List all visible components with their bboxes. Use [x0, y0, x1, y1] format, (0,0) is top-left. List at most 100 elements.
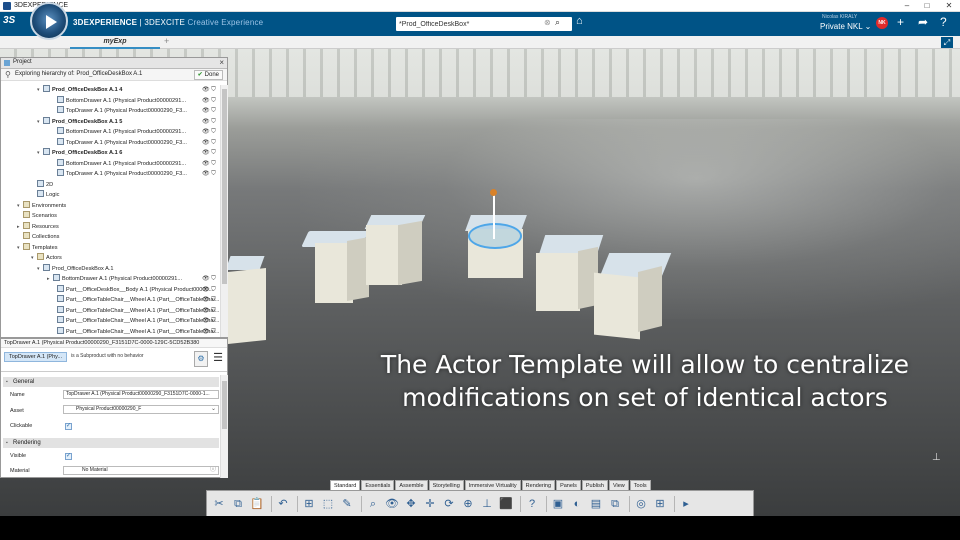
share-icon[interactable]: ➦ — [918, 15, 928, 29]
manipulator-axis[interactable] — [493, 193, 495, 239]
tree-row[interactable]: TopDrawer A.1 (Physical Product00000290_… — [51, 106, 187, 117]
section-general[interactable]: General — [3, 377, 219, 387]
template-icon[interactable]: ⛉ — [211, 129, 216, 135]
paint-icon[interactable]: ✎ — [339, 495, 355, 513]
visibility-icon[interactable]: 👁 — [202, 119, 211, 125]
tree-row[interactable]: ▾ Prod_OfficeDeskBox A.1 — [37, 263, 113, 275]
tree-row[interactable]: BottomDrawer A.1 (Physical Product000002… — [51, 127, 186, 138]
visibility-icon[interactable]: 👁 — [202, 318, 211, 324]
compass-icon[interactable] — [30, 2, 68, 40]
menu-icon[interactable]: ☰ — [211, 351, 225, 367]
pan-icon[interactable]: ✛ — [422, 495, 438, 513]
template-icon[interactable]: ⛉ — [211, 308, 216, 314]
manipulator-ring[interactable] — [468, 223, 522, 249]
tree-row[interactable]: ▾ Templates — [17, 242, 58, 254]
template-icon[interactable]: ⛉ — [211, 98, 216, 104]
visibility-icon[interactable]: 👁 — [202, 87, 211, 93]
material-field[interactable]: No Material ⓘ — [63, 466, 219, 475]
visibility-icon[interactable]: 👁 — [202, 297, 211, 303]
select-icon[interactable]: ⬚ — [320, 495, 336, 513]
add-tab-button[interactable]: + — [164, 36, 169, 47]
hide-show-icon[interactable]: ◐ — [569, 495, 585, 513]
minimize-button[interactable]: – — [897, 0, 917, 12]
action-tab-assemble[interactable]: Assemble — [395, 480, 428, 490]
tree-row[interactable]: ▸ Resources — [17, 221, 59, 233]
action-tab-publish[interactable]: Publish — [581, 480, 608, 490]
manipulator-handle[interactable] — [490, 189, 497, 196]
template-icon[interactable]: ⛉ — [211, 119, 216, 125]
tree-row[interactable]: ▾ Prod_OfficeDeskBox A.1 4 — [37, 85, 122, 96]
properties-scroll-thumb[interactable] — [222, 381, 227, 429]
visibility-icon[interactable]: 👁 — [202, 329, 211, 335]
cube-icon[interactable]: ⬛ — [498, 495, 514, 513]
tree-row[interactable]: Logic — [31, 190, 59, 201]
look-icon[interactable]: 👁 — [384, 495, 400, 513]
close-window-button[interactable]: ✕ — [939, 0, 959, 12]
tree-row[interactable]: ▸ BottomDrawer A.1 (Physical Product00000… — [47, 274, 182, 285]
add-icon[interactable]: + — [897, 15, 904, 29]
visible-checkbox[interactable]: ✓ — [65, 453, 72, 460]
tree-row[interactable]: ▾ Prod_OfficeDeskBox A.1 5 — [37, 116, 122, 128]
tree-row[interactable]: ▾ Prod_OfficeDeskBox A.1 6 — [37, 148, 122, 159]
object-chip[interactable]: TopDrawer A.1 (Phy... — [4, 352, 67, 362]
fullscreen-icon[interactable]: ⤢ — [941, 37, 953, 48]
tag-icon[interactable]: ⌂ — [576, 15, 583, 27]
fit-all-icon[interactable]: ✥ — [403, 495, 419, 513]
cut-icon[interactable]: ✂ — [211, 495, 227, 513]
template-icon[interactable]: ⛉ — [211, 150, 216, 156]
tree-row[interactable]: ▾ Actors — [31, 253, 62, 264]
tree-row[interactable]: BottomDrawer A.1 (Physical Product000002… — [51, 95, 186, 107]
collab-space-dropdown[interactable]: Private NKL ⌄ — [820, 22, 871, 31]
name-field[interactable]: TopDrawer A.1 (Physical Product00000290_… — [63, 390, 219, 399]
action-tab-rendering[interactable]: Rendering — [521, 480, 556, 490]
section-rendering[interactable]: Rendering — [3, 438, 219, 448]
tree-row[interactable]: Part__OfficeTableChair__Wheel A.1 (Part_… — [51, 295, 219, 306]
clear-search-icon[interactable]: ⊗ — [544, 18, 551, 27]
properties-scrollbar[interactable] — [220, 375, 228, 478]
tree-scroll-thumb[interactable] — [222, 89, 227, 284]
action-tab-storytelling[interactable]: Storytelling — [428, 480, 464, 490]
tree-row[interactable]: TopDrawer A.1 (Physical Product00000290_… — [51, 169, 187, 180]
visibility-icon[interactable]: 👁 — [202, 276, 211, 282]
template-icon[interactable]: ⛉ — [211, 140, 216, 146]
search-icon[interactable]: ⌕ — [555, 17, 560, 28]
filter-icon[interactable]: ▤ — [588, 495, 604, 513]
action-tab-immersive-virtuality[interactable]: Immersive Virtuality — [464, 480, 521, 490]
tree-row[interactable]: Part__OfficeDeskBox__Body A.1 (Physical … — [51, 284, 213, 296]
visibility-icon[interactable]: 👁 — [202, 129, 211, 135]
template-icon[interactable]: ⛉ — [211, 318, 216, 324]
action-tab-essentials[interactable]: Essentials — [361, 480, 395, 490]
visibility-icon[interactable]: 👁 — [202, 171, 211, 177]
normal-view-icon[interactable]: ⊥ — [479, 495, 495, 513]
tree-row[interactable]: 2D — [31, 179, 53, 191]
info-icon[interactable]: ⓘ — [210, 467, 216, 474]
template-icon[interactable]: ⛉ — [211, 161, 216, 167]
tree-row[interactable]: Part__OfficeTableChair__Wheel A.1 (Part_… — [51, 305, 219, 317]
help-tool-icon[interactable]: ? — [524, 495, 540, 513]
user-avatar[interactable]: NK — [876, 17, 888, 29]
help-icon[interactable]: ? — [940, 15, 947, 29]
template-icon[interactable]: ⛉ — [211, 108, 216, 114]
tree-row[interactable]: TopDrawer A.1 (Physical Product00000290_… — [51, 137, 187, 149]
template-icon[interactable]: ⛉ — [211, 297, 216, 303]
tree-row[interactable]: Collections — [17, 232, 59, 243]
rotate-icon[interactable]: ⟳ — [441, 495, 457, 513]
tree-row[interactable]: Part__OfficeTableChair__Wheel A.1 (Part_… — [51, 316, 219, 327]
visibility-icon[interactable]: 👁 — [202, 98, 211, 104]
copy-icon[interactable]: ⧉ — [230, 495, 246, 513]
tree-row[interactable]: Part__OfficeTableChair__Wheel A.1 (Part_… — [51, 326, 219, 338]
tree-row[interactable]: ▾ Environments — [17, 200, 66, 212]
template-icon[interactable]: ⛉ — [211, 329, 216, 335]
action-tab-tools[interactable]: Tools — [629, 480, 651, 490]
capture-icon[interactable]: ▣ — [550, 495, 566, 513]
action-tab-panels[interactable]: Panels — [556, 480, 581, 490]
clickable-checkbox[interactable]: ✓ — [65, 423, 72, 430]
visibility-icon[interactable]: 👁 — [202, 150, 211, 156]
chevron-down-icon[interactable]: ⌄ — [211, 406, 216, 413]
template-icon[interactable]: ⛉ — [211, 87, 216, 93]
search-tool-icon[interactable]: ⌕ — [365, 495, 381, 513]
maximize-button[interactable]: □ — [917, 0, 937, 12]
visibility-icon[interactable]: 👁 — [202, 161, 211, 167]
tree-icon[interactable]: ⊞ — [301, 495, 317, 513]
action-tab-standard[interactable]: Standard — [330, 480, 361, 490]
